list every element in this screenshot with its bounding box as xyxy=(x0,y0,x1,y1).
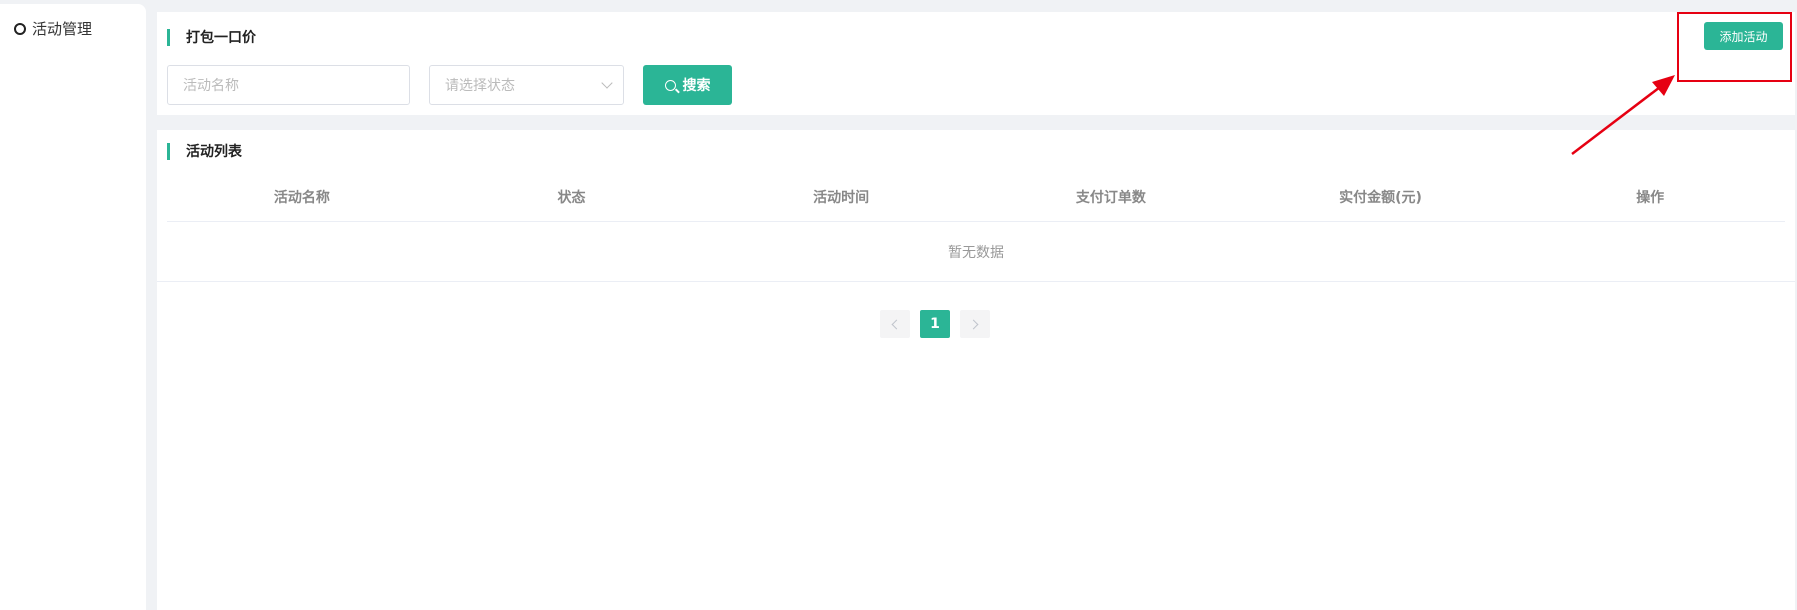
sidebar-item-activity-management[interactable]: 活动管理 xyxy=(14,18,92,39)
table-header: 活动名称 状态 活动时间 支付订单数 实付金额(元) 操作 xyxy=(167,172,1785,222)
status-select-placeholder: 请选择状态 xyxy=(445,78,515,94)
search-panel: 打包一口价 活动名称 请选择状态 搜索 添加活动 xyxy=(157,12,1795,115)
search-button-label: 搜索 xyxy=(682,78,711,94)
column-header-orders: 支付订单数 xyxy=(1075,189,1146,206)
search-panel-title: 打包一口价 xyxy=(167,27,256,47)
prev-page-button[interactable] xyxy=(880,310,910,338)
empty-text: 暂无数据 xyxy=(948,244,1004,261)
annotation-highlight-box xyxy=(1677,12,1792,82)
activity-name-placeholder: 活动名称 xyxy=(183,78,239,94)
column-header-name: 活动名称 xyxy=(273,189,330,206)
column-header-time: 活动时间 xyxy=(813,189,870,206)
chevron-down-icon xyxy=(601,77,613,89)
sidebar-item-label: 活动管理 xyxy=(32,20,93,38)
column-header-actions: 操作 xyxy=(1636,189,1665,206)
next-page-button[interactable] xyxy=(960,310,990,338)
sidebar: 活动管理 xyxy=(0,4,146,610)
title-accent-bar xyxy=(167,28,170,46)
empty-state: 暂无数据 xyxy=(157,222,1795,282)
status-select[interactable]: 请选择状态 xyxy=(429,65,624,105)
chevron-left-icon xyxy=(891,319,902,329)
pagination: 1 xyxy=(880,310,990,338)
annotation-arrow-icon xyxy=(1571,75,1675,155)
column-header-amount: 实付金额(元) xyxy=(1339,189,1422,206)
column-header-status: 状态 xyxy=(557,189,586,206)
page-title: 打包一口价 xyxy=(186,30,256,46)
list-title: 活动列表 xyxy=(186,144,242,160)
search-button[interactable]: 搜索 xyxy=(643,65,732,105)
search-icon xyxy=(664,79,676,91)
activity-list-panel: 活动列表 活动名称 状态 活动时间 支付订单数 实付金额(元) 操作 暂无数据 … xyxy=(157,130,1795,610)
page-number-button[interactable]: 1 xyxy=(920,310,950,338)
title-accent-bar xyxy=(167,142,170,160)
chevron-right-icon xyxy=(968,319,979,329)
list-panel-title: 活动列表 xyxy=(167,141,242,161)
circle-icon xyxy=(14,22,26,35)
activity-name-input[interactable]: 活动名称 xyxy=(167,65,410,105)
